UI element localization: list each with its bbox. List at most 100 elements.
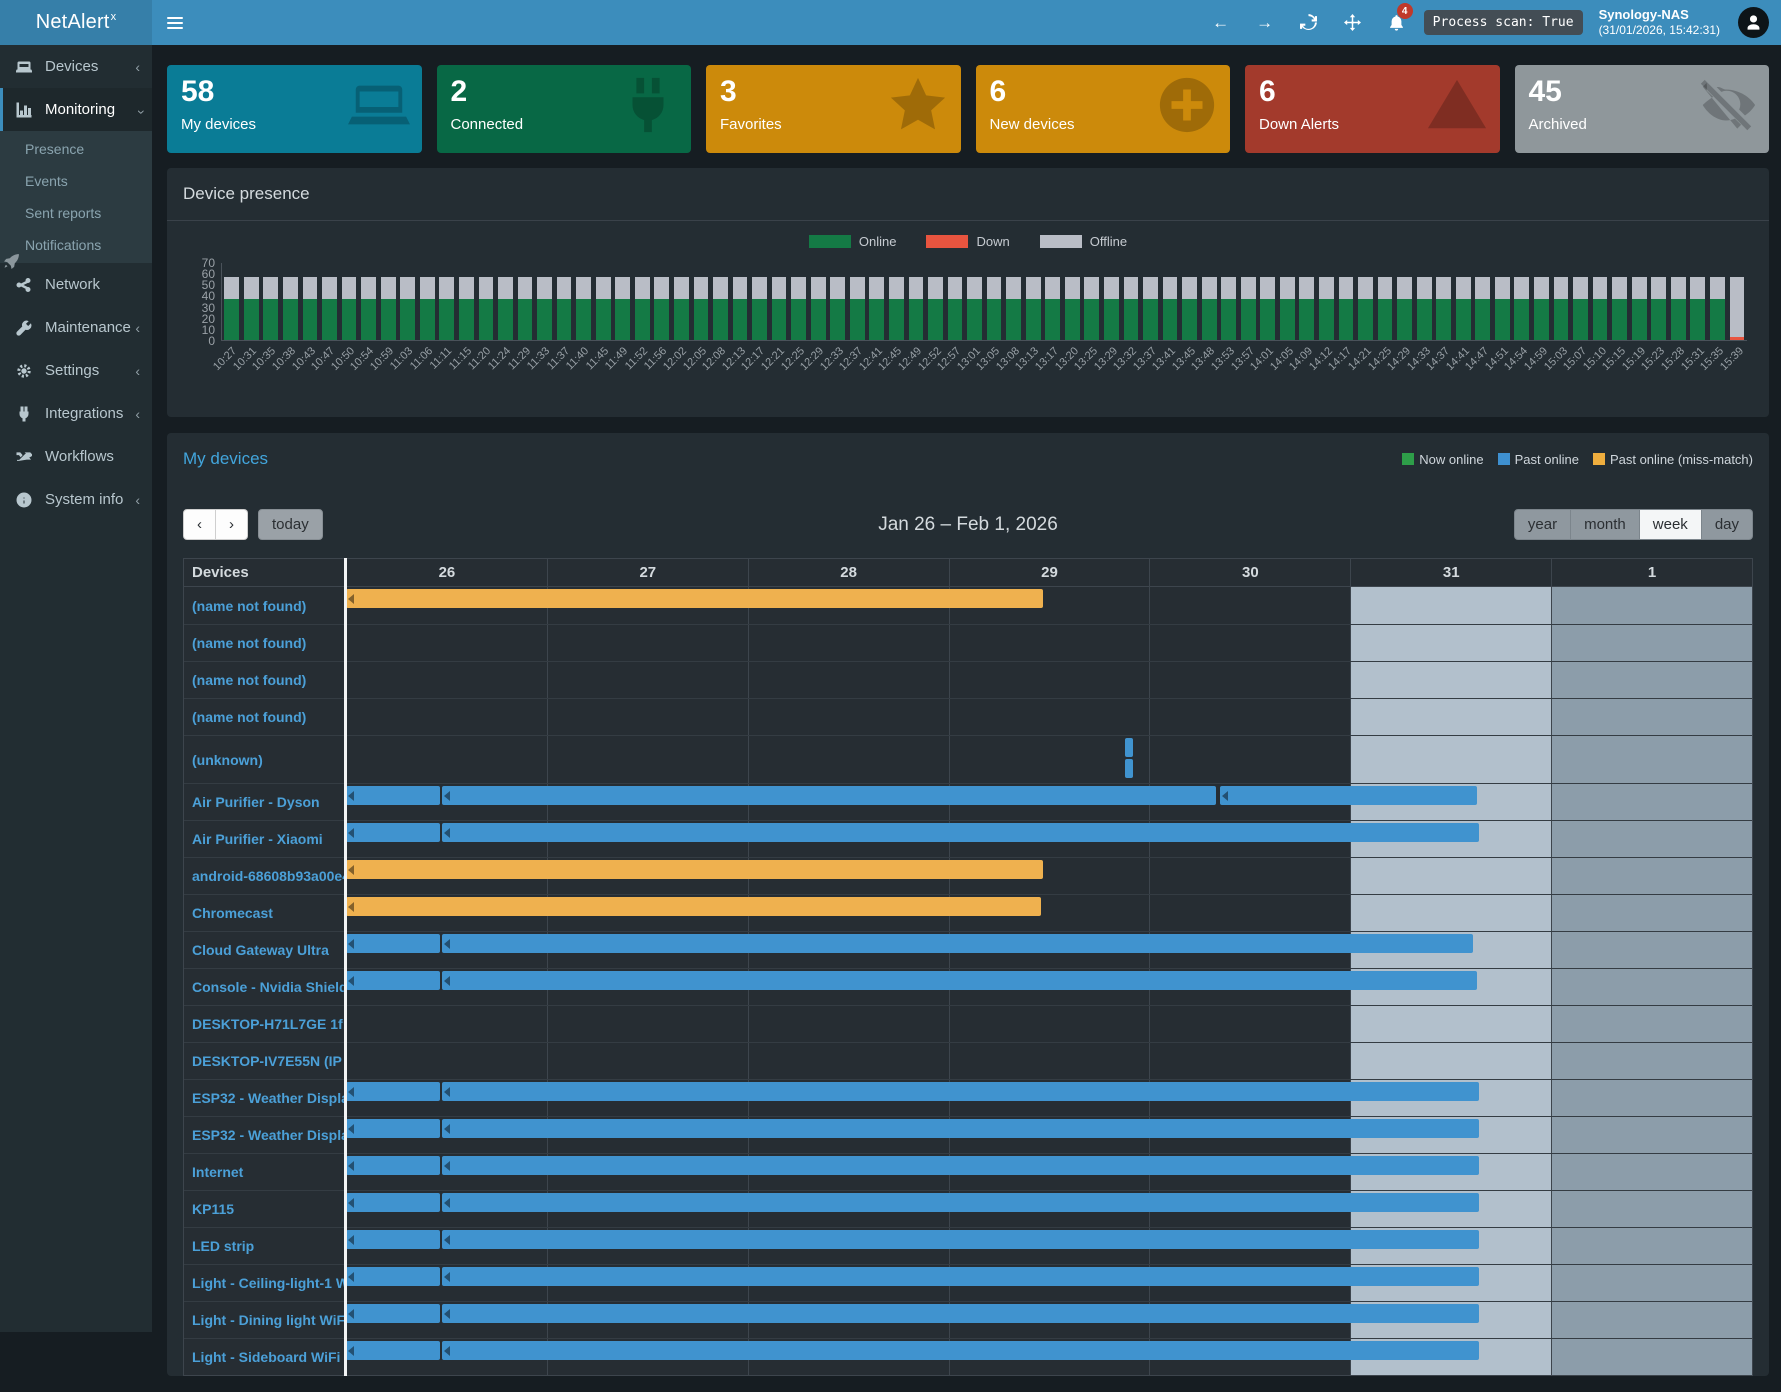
rocket-icon[interactable] bbox=[3, 253, 20, 275]
device-name-link[interactable]: Air Purifier - Dyson bbox=[184, 784, 346, 820]
summary-card-connected[interactable]: 2Connected bbox=[437, 65, 692, 153]
summary-card-favorites[interactable]: 3Favorites bbox=[706, 65, 961, 153]
presence-segment-online bbox=[1260, 299, 1275, 340]
calendar-view-month-button[interactable]: month bbox=[1571, 509, 1640, 540]
sidebar-item-settings[interactable]: Settings‹ bbox=[0, 349, 152, 392]
presence-event-bar-blue[interactable] bbox=[346, 823, 440, 842]
sidebar-item-devices[interactable]: Devices‹ bbox=[0, 45, 152, 88]
device-name-link[interactable]: (name not found) bbox=[184, 625, 346, 661]
calendar-prev-button[interactable]: ‹ bbox=[183, 509, 216, 540]
presence-event-bar-blue[interactable] bbox=[346, 1341, 440, 1360]
presence-event-bar-blue[interactable] bbox=[442, 1156, 1478, 1175]
device-name-link[interactable]: (name not found) bbox=[184, 662, 346, 698]
presence-bar bbox=[1260, 263, 1275, 340]
presence-event-bar-blue[interactable] bbox=[442, 786, 1215, 805]
presence-event-bar-blue[interactable] bbox=[346, 1156, 440, 1175]
device-name-link[interactable]: (name not found) bbox=[184, 699, 346, 735]
presence-event-bar-blue[interactable] bbox=[442, 1304, 1478, 1323]
presence-bar bbox=[1632, 263, 1647, 340]
calendar-view-year-button[interactable]: year bbox=[1514, 509, 1571, 540]
calendar-view-week-button[interactable]: week bbox=[1640, 509, 1702, 540]
presence-event-bar-blue[interactable] bbox=[346, 1267, 440, 1286]
calendar-body: (name not found)(name not found)(name no… bbox=[183, 587, 1753, 1376]
sidebar-item-workflows[interactable]: Workflows bbox=[0, 435, 152, 478]
summary-card-new-devices[interactable]: 6New devices bbox=[976, 65, 1231, 153]
user-avatar[interactable] bbox=[1738, 7, 1769, 38]
refresh-button[interactable] bbox=[1292, 0, 1326, 45]
device-name-link[interactable]: Light - Dining light WiFi bbox=[184, 1302, 346, 1338]
presence-event-bar-blue[interactable] bbox=[346, 1119, 440, 1138]
presence-event-bar-blue[interactable] bbox=[442, 1082, 1478, 1101]
device-name-link[interactable]: (unknown) bbox=[184, 736, 346, 783]
presence-event-bar-blue[interactable] bbox=[346, 971, 440, 990]
device-name-link[interactable]: DESKTOP-H71L7GE 1f:99 bbox=[184, 1006, 346, 1042]
presence-segment-offline bbox=[263, 277, 278, 299]
device-name-link[interactable]: KP115 bbox=[184, 1191, 346, 1227]
presence-event-bar-blue[interactable] bbox=[442, 1267, 1478, 1286]
summary-card-my-devices[interactable]: 58My devices bbox=[167, 65, 422, 153]
y-axis-tick: 0 bbox=[183, 334, 215, 348]
device-name-link[interactable]: Air Purifier - Xiaomi bbox=[184, 821, 346, 857]
device-name-link[interactable]: Internet bbox=[184, 1154, 346, 1190]
table-row: DESKTOP-IV7E55N (IP m bbox=[184, 1042, 1752, 1079]
device-name-link[interactable]: Light - Ceiling-light-1 Wi bbox=[184, 1265, 346, 1301]
sidebar-item-system-info[interactable]: System info‹ bbox=[0, 478, 152, 521]
sidebar-item-maintenance[interactable]: Maintenance‹ bbox=[0, 306, 152, 349]
presence-event-bar-blue[interactable] bbox=[346, 786, 440, 805]
legend-label: Now online bbox=[1419, 452, 1483, 467]
device-name-link[interactable]: Console - Nvidia Shield bbox=[184, 969, 346, 1005]
sidebar-item-integrations[interactable]: Integrations‹ bbox=[0, 392, 152, 435]
device-name-link[interactable]: (name not found) bbox=[184, 587, 346, 624]
presence-event-bar-blue[interactable] bbox=[442, 1119, 1478, 1138]
presence-event-bar-orange[interactable] bbox=[346, 860, 1043, 879]
device-name-link[interactable]: DESKTOP-IV7E55N (IP m bbox=[184, 1043, 346, 1079]
presence-segment-online bbox=[1065, 299, 1080, 340]
device-name-link[interactable]: Cloud Gateway Ultra bbox=[184, 932, 346, 968]
presence-event-bar-blue[interactable] bbox=[442, 823, 1478, 842]
presence-event-bar-blue[interactable] bbox=[346, 1304, 440, 1323]
presence-segment-offline bbox=[1319, 277, 1334, 299]
summary-card-archived[interactable]: 45Archived bbox=[1515, 65, 1770, 153]
presence-event-bar-blue[interactable] bbox=[346, 1193, 440, 1212]
notifications-button[interactable]: 4 bbox=[1380, 0, 1414, 45]
device-name-link[interactable]: ESP32 - Weather Display bbox=[184, 1117, 346, 1153]
calendar-next-button[interactable]: › bbox=[216, 509, 248, 540]
presence-event-bar-blue[interactable] bbox=[346, 1230, 440, 1249]
sidebar-subitem-presence[interactable]: Presence bbox=[0, 133, 152, 165]
summary-card-down-alerts[interactable]: 6Down Alerts bbox=[1245, 65, 1500, 153]
sidebar-subitem-notifications[interactable]: Notifications bbox=[0, 229, 152, 261]
chevron-left-icon: ‹ bbox=[135, 320, 144, 336]
device-name-link[interactable]: Chromecast bbox=[184, 895, 346, 931]
calendar-view-day-button[interactable]: day bbox=[1702, 509, 1753, 540]
calendar-today-button[interactable]: today bbox=[258, 509, 323, 540]
presence-segment-online bbox=[811, 299, 826, 340]
device-name-link[interactable]: android-68608b93a00e4 bbox=[184, 858, 346, 894]
presence-event-bar-orange[interactable] bbox=[346, 589, 1043, 608]
sidebar-toggle-button[interactable] bbox=[152, 0, 198, 45]
presence-event-bar-blue[interactable] bbox=[442, 1341, 1478, 1360]
device-name-link[interactable]: ESP32 - Weather Display bbox=[184, 1080, 346, 1116]
sidebar-subitem-events[interactable]: Events bbox=[0, 165, 152, 197]
presence-bar bbox=[361, 263, 376, 340]
presence-event-bar-blue[interactable] bbox=[442, 1193, 1478, 1212]
presence-event-bar-blue[interactable] bbox=[442, 934, 1472, 953]
presence-event-bar-blue[interactable] bbox=[1220, 786, 1477, 805]
sidebar-subitem-sent-reports[interactable]: Sent reports bbox=[0, 197, 152, 229]
device-name-link[interactable]: LED strip bbox=[184, 1228, 346, 1264]
presence-event-bar-orange[interactable] bbox=[346, 897, 1041, 916]
presence-event-bar-blue[interactable] bbox=[1125, 738, 1133, 757]
sidebar-item-network[interactable]: Network bbox=[0, 263, 152, 306]
presence-event-bar-blue[interactable] bbox=[346, 1082, 440, 1101]
presence-event-bar-blue[interactable] bbox=[442, 971, 1476, 990]
presence-event-bar-blue[interactable] bbox=[1125, 759, 1133, 778]
move-button[interactable] bbox=[1336, 0, 1370, 45]
forward-arrow-button[interactable]: → bbox=[1248, 0, 1282, 45]
back-arrow-button[interactable]: ← bbox=[1204, 0, 1238, 45]
presence-bar bbox=[381, 263, 396, 340]
presence-event-bar-blue[interactable] bbox=[442, 1230, 1478, 1249]
device-name-link[interactable]: Light - Sideboard WiFi bbox=[184, 1339, 346, 1375]
presence-event-bar-blue[interactable] bbox=[346, 934, 440, 953]
presence-segment-online bbox=[1671, 299, 1686, 340]
app-logo[interactable]: NetAlert​x bbox=[0, 0, 152, 45]
sidebar-item-monitoring[interactable]: Monitoring‹ bbox=[0, 88, 152, 131]
